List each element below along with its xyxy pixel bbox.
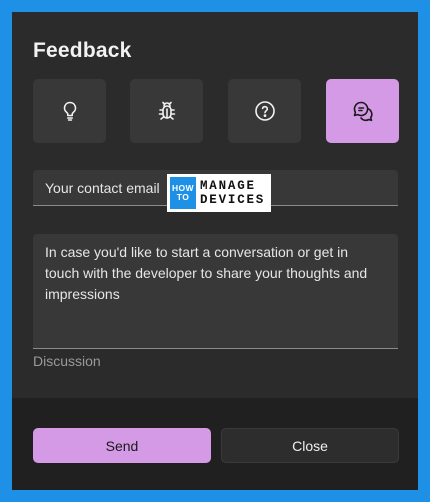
watermark-logo: HOW TO MANAGE DEVICES [167, 174, 271, 212]
watermark-logo-text: MANAGE DEVICES [200, 179, 265, 207]
feedback-dialog: Feedback Your contact email In case you'… [12, 12, 418, 490]
feedback-type-question-button[interactable] [228, 79, 301, 143]
dialog-title: Feedback [33, 39, 132, 62]
close-button[interactable]: Close [221, 428, 399, 463]
feedback-type-discussion-button[interactable] [326, 79, 399, 143]
watermark-devices: DEVICES [200, 193, 266, 207]
watermark-manage: MANAGE [200, 179, 256, 193]
discussion-field[interactable] [33, 234, 398, 349]
watermark-to: TO [176, 192, 190, 202]
watermark-logo-mark: HOW TO [170, 177, 196, 209]
lightbulb-icon [63, 101, 76, 121]
send-button[interactable]: Send [33, 428, 211, 463]
dialog-footer: Send Close [12, 398, 418, 490]
discussion-label: Discussion [33, 353, 101, 369]
chat-bubbles-icon [353, 101, 373, 122]
feedback-type-bug-button[interactable] [130, 79, 203, 143]
bug-icon [158, 101, 175, 120]
discussion-textarea[interactable] [33, 234, 398, 348]
feedback-type-suggestion-button[interactable] [33, 79, 106, 143]
question-icon [254, 101, 275, 121]
